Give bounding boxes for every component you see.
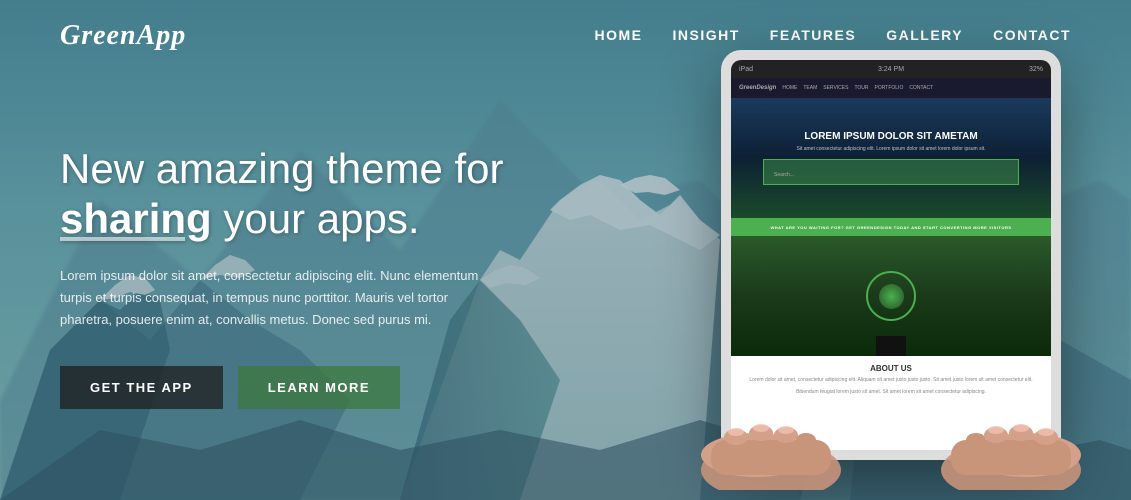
tablet-wrapper: iPad 3:24 PM 32% GreenDesign HOME TEAM S… [681, 50, 1101, 480]
tablet-hero-sub: Sit amet consectetur adipiscing elit. Lo… [797, 146, 986, 153]
tablet-search-placeholder: Search... [774, 172, 794, 178]
hands-svg [681, 350, 1101, 490]
nav-item-home[interactable]: HOME [595, 27, 643, 45]
nav-item-insight[interactable]: INSIGHT [673, 27, 740, 45]
tablet-nav-team: TEAM [803, 85, 817, 91]
hero-section: GreenApp HOME INSIGHT FEATURES GALLERY C… [0, 0, 1131, 500]
brand-logo[interactable]: GreenApp [60, 20, 186, 52]
nav-link-insight[interactable]: INSIGHT [673, 27, 740, 43]
nav-item-features[interactable]: FEATURES [770, 27, 856, 45]
tablet-cta-bar: WHAT ARE YOU WAITING FOR? GET GREENDESIG… [731, 218, 1051, 236]
tablet-site-nav: GreenDesign HOME TEAM SERVICES TOUR PORT… [731, 78, 1051, 98]
nav-link-features[interactable]: FEATURES [770, 27, 856, 43]
tablet-circle [866, 271, 916, 321]
tablet-nav-home: HOME [782, 85, 797, 91]
tablet-circle-inner [879, 284, 904, 309]
hero-title: New amazing theme for sharing your apps. [60, 144, 504, 245]
nav-link-home[interactable]: HOME [595, 27, 643, 43]
tablet-topbar: iPad 3:24 PM 32% [731, 60, 1051, 78]
tablet-nav-contact: CONTACT [909, 85, 933, 91]
tablet-nav-tour: TOUR [854, 85, 868, 91]
tablet-device: iPad 3:24 PM 32% GreenDesign HOME TEAM S… [681, 50, 1101, 470]
get-app-button[interactable]: GET THE APP [60, 366, 223, 409]
learn-more-button[interactable]: LEARN MORE [238, 366, 400, 409]
tablet-device-label: iPad [739, 66, 753, 73]
tablet-site-logo: GreenDesign [739, 85, 776, 91]
tablet-battery: 32% [1029, 66, 1043, 73]
nav-link-contact[interactable]: CONTACT [993, 27, 1071, 43]
hero-title-line1: New amazing theme for [60, 145, 504, 192]
nav-link-gallery[interactable]: GALLERY [886, 27, 963, 43]
hero-title-rest: your apps. [223, 195, 419, 242]
hero-title-bold: sharing [60, 195, 212, 242]
tablet-time: 3:24 PM [878, 66, 904, 73]
nav-item-gallery[interactable]: GALLERY [886, 27, 963, 45]
tablet-hero-title: LOREM IPSUM DOLOR SIT AMETAM [804, 131, 977, 142]
tablet-nav-services: SERVICES [823, 85, 848, 91]
tablet-nav-portfolio: PORTFOLIO [875, 85, 904, 91]
tablet-cta-text: WHAT ARE YOU WAITING FOR? GET GREENDESIG… [766, 225, 1015, 230]
hero-buttons: GET THE APP LEARN MORE [60, 366, 504, 409]
tablet-hero-section: LOREM IPSUM DOLOR SIT AMETAM Sit amet co… [731, 98, 1051, 218]
nav-links: HOME INSIGHT FEATURES GALLERY CONTACT [595, 27, 1071, 45]
hero-content: New amazing theme for sharing your apps.… [60, 144, 504, 409]
tablet-search-bar: Search... [763, 159, 1019, 185]
tablet-green-section [731, 236, 1051, 356]
nav-item-contact[interactable]: CONTACT [993, 27, 1071, 45]
hero-description: Lorem ipsum dolor sit amet, consectetur … [60, 265, 500, 331]
